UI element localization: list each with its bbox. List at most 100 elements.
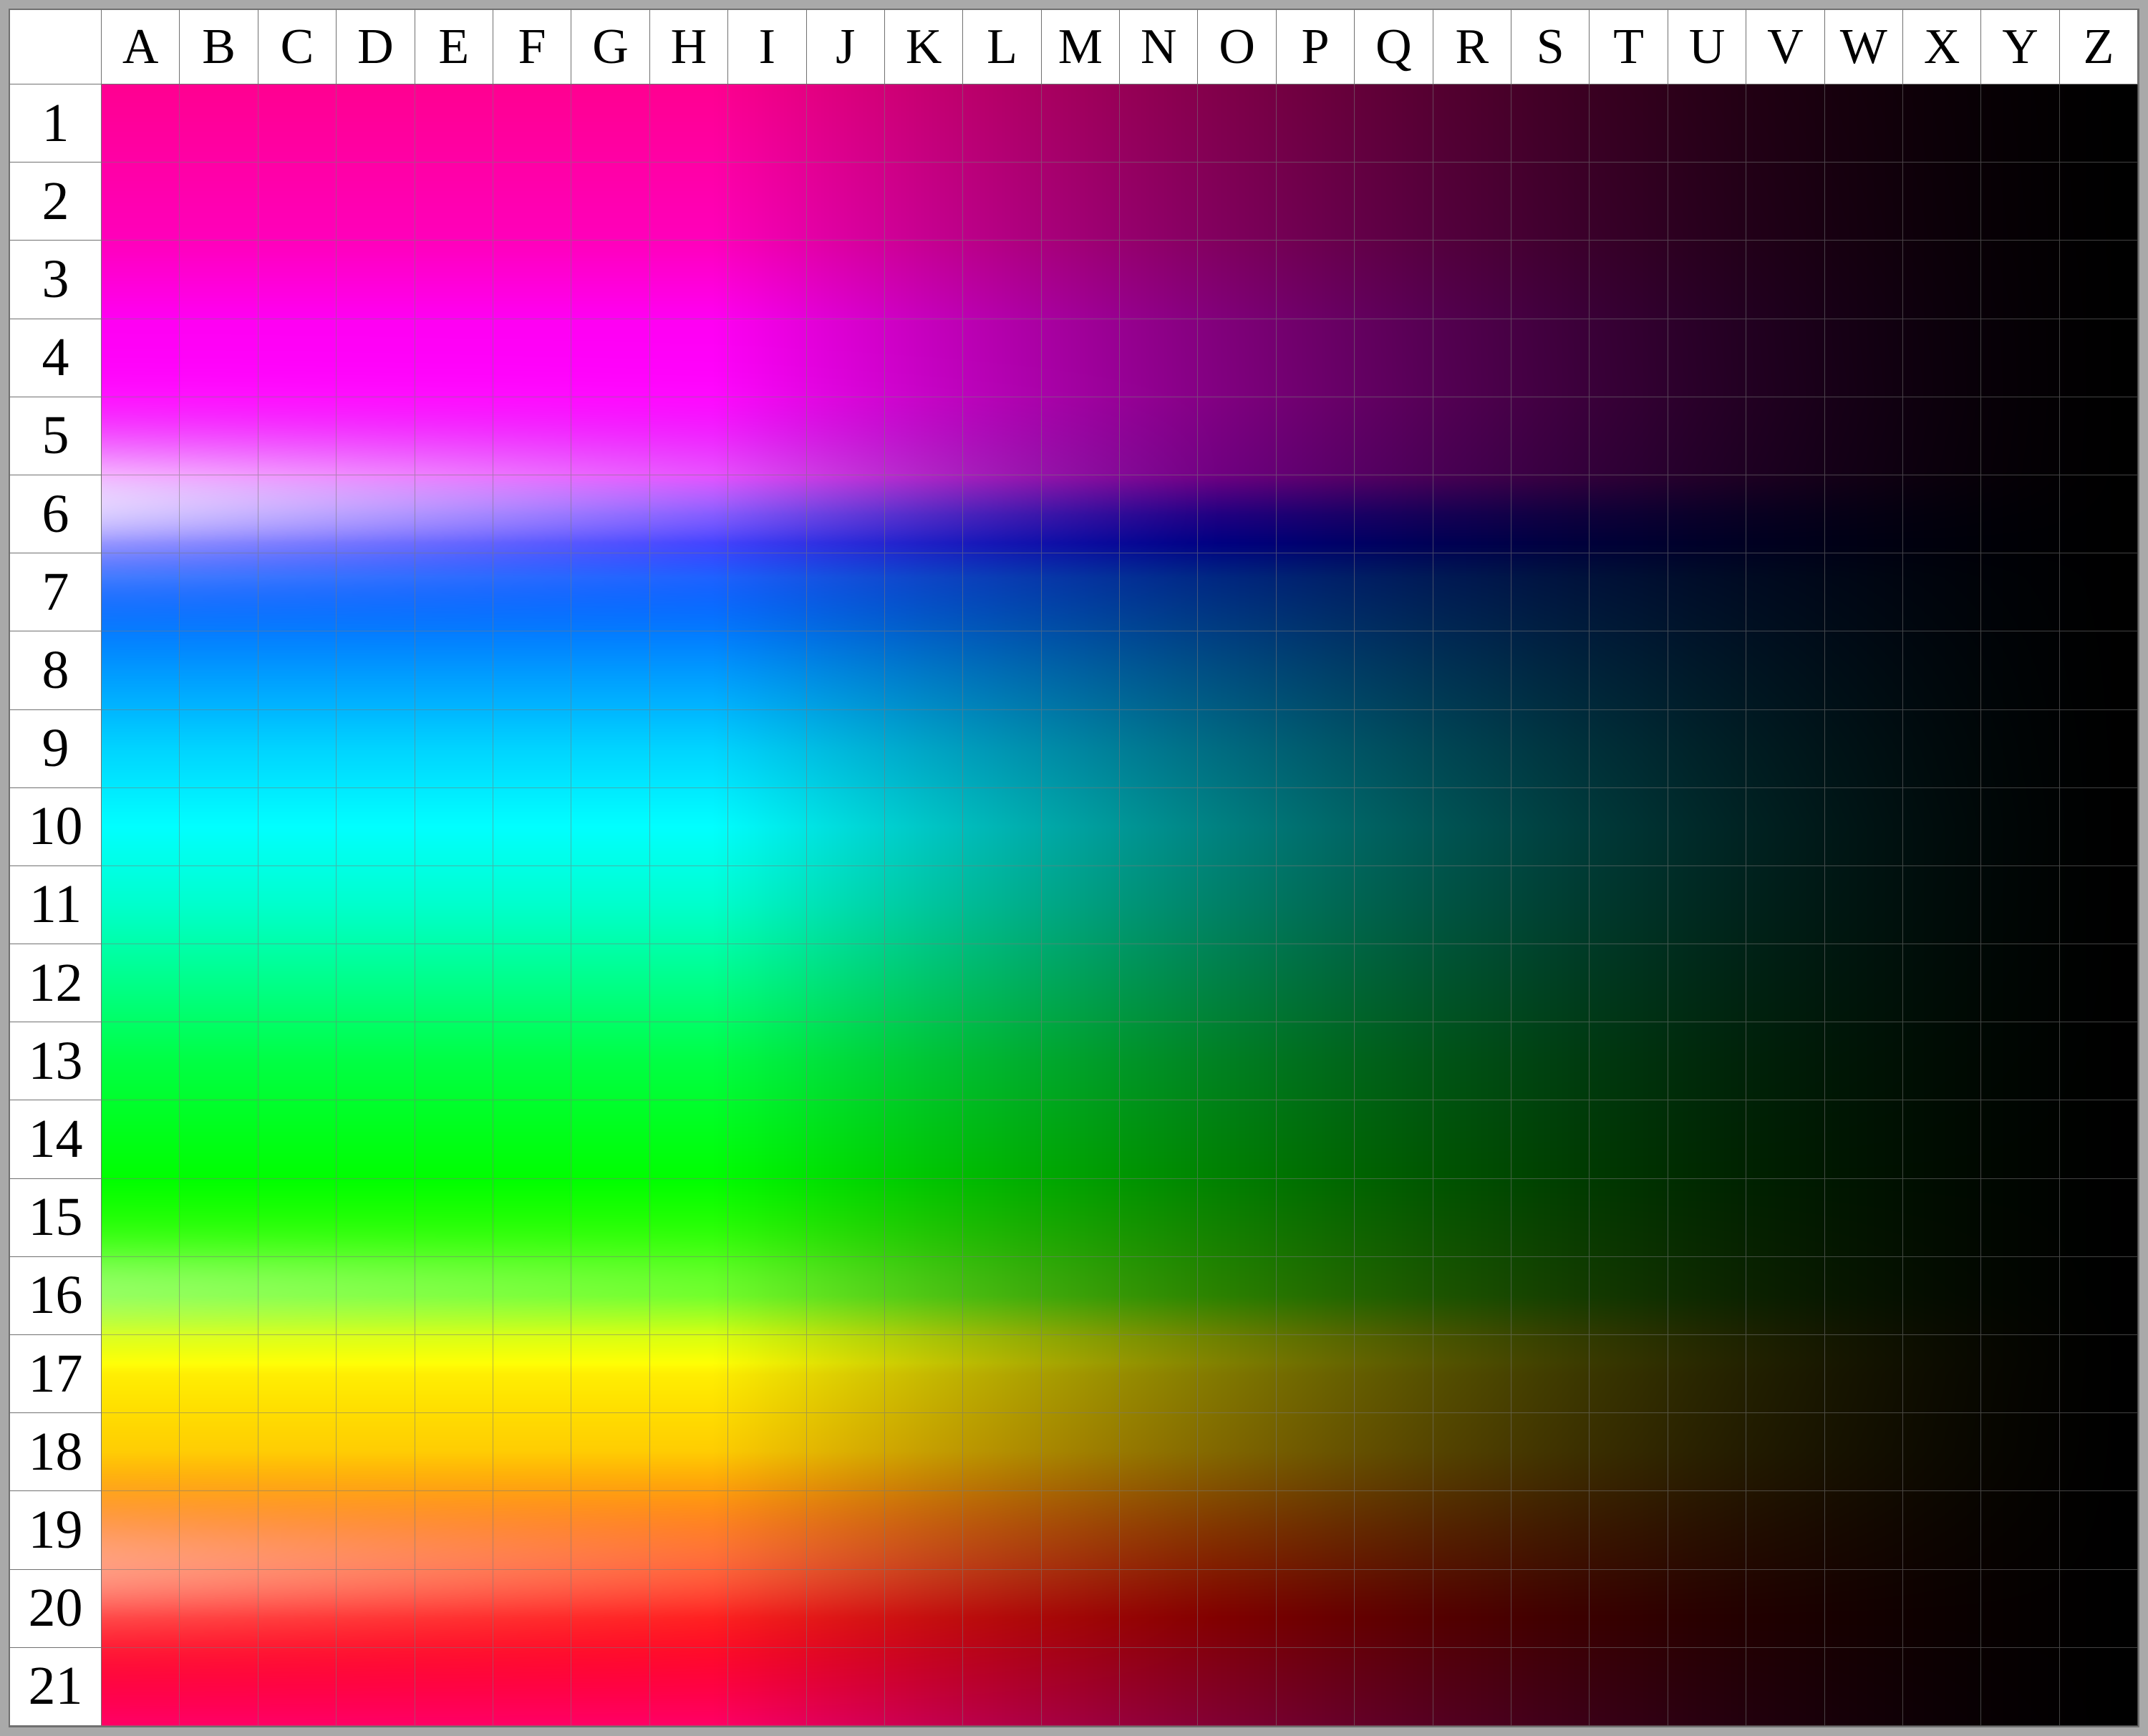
- heatmap-cell: [1120, 788, 1198, 866]
- heatmap-cell: [1042, 1648, 1120, 1726]
- heatmap-cell: [571, 1022, 649, 1100]
- heatmap-cell: [258, 631, 337, 709]
- heatmap-cell: [1355, 163, 1433, 241]
- heatmap-cell: [1981, 1648, 2059, 1726]
- heatmap-cell: [1668, 1570, 1746, 1648]
- heatmap-cell: [102, 553, 180, 631]
- heatmap-cell: [102, 475, 180, 553]
- heatmap-cell: [1746, 397, 1824, 475]
- heatmap-cell: [1277, 1413, 1355, 1491]
- heatmap-cell: [1903, 1022, 1981, 1100]
- heatmap-cell: [1198, 319, 1276, 397]
- heatmap-cell: [493, 788, 571, 866]
- heatmap-cell: [415, 788, 493, 866]
- column-header: M: [1042, 10, 1120, 84]
- heatmap-cell: [1668, 1179, 1746, 1257]
- heatmap-cell: [963, 1570, 1041, 1648]
- heatmap-cell: [337, 163, 415, 241]
- data-row: 2: [10, 163, 2138, 241]
- heatmap-cell: [1903, 319, 1981, 397]
- column-header: V: [1746, 10, 1824, 84]
- heatmap-cell: [2060, 944, 2138, 1022]
- heatmap-cell: [1277, 319, 1355, 397]
- corner-cell: [10, 10, 102, 84]
- heatmap-cell: [1590, 1100, 1668, 1178]
- heatmap-cell: [807, 788, 885, 866]
- heatmap-cell: [258, 1100, 337, 1178]
- chart-grid: ABCDEFGHIJKLMNOPQRSTUVWXYZ 1234567891011…: [9, 9, 2139, 1727]
- heatmap-cell: [258, 1022, 337, 1100]
- heatmap-cell: [1120, 631, 1198, 709]
- heatmap-cell: [180, 1100, 258, 1178]
- heatmap-cell: [337, 631, 415, 709]
- heatmap-cell: [2060, 1179, 2138, 1257]
- heatmap-cell: [1668, 944, 1746, 1022]
- heatmap-cell: [102, 1257, 180, 1335]
- heatmap-cell: [2060, 788, 2138, 866]
- heatmap-cell: [1277, 631, 1355, 709]
- heatmap-cell: [1277, 163, 1355, 241]
- heatmap-cell: [1903, 944, 1981, 1022]
- heatmap-cell: [180, 397, 258, 475]
- heatmap-cell: [1746, 788, 1824, 866]
- heatmap-cell: [1668, 475, 1746, 553]
- heatmap-cell: [571, 710, 649, 788]
- heatmap-cell: [571, 631, 649, 709]
- column-header: Z: [2060, 10, 2138, 84]
- heatmap-cell: [650, 241, 728, 319]
- heatmap-cell: [650, 1100, 728, 1178]
- heatmap-cell: [1903, 1179, 1981, 1257]
- data-row: 6: [10, 475, 2138, 553]
- heatmap-cell: [180, 631, 258, 709]
- heatmap-cell: [1590, 1648, 1668, 1726]
- heatmap-cell: [1746, 1100, 1824, 1178]
- heatmap-cell: [1355, 710, 1433, 788]
- heatmap-cell: [963, 84, 1041, 163]
- heatmap-cell: [571, 475, 649, 553]
- heatmap-cell: [1668, 241, 1746, 319]
- heatmap-cell: [258, 1570, 337, 1648]
- heatmap-cell: [1511, 1570, 1590, 1648]
- heatmap-cell: [1590, 631, 1668, 709]
- heatmap-cell: [1355, 553, 1433, 631]
- column-header: U: [1668, 10, 1746, 84]
- heatmap-cell: [1042, 788, 1120, 866]
- heatmap-cell: [1590, 553, 1668, 631]
- heatmap-cell: [415, 553, 493, 631]
- heatmap-cell: [1042, 1491, 1120, 1569]
- heatmap-cell: [1355, 1491, 1433, 1569]
- heatmap-cell: [1198, 1335, 1276, 1413]
- heatmap-cell: [963, 1491, 1041, 1569]
- heatmap-cell: [102, 1100, 180, 1178]
- heatmap-cell: [337, 1491, 415, 1569]
- heatmap-cell: [337, 1413, 415, 1491]
- heatmap-cell: [1042, 1100, 1120, 1178]
- heatmap-cell: [807, 1022, 885, 1100]
- heatmap-cell: [415, 1335, 493, 1413]
- heatmap-cell: [1511, 1335, 1590, 1413]
- heatmap-cell: [807, 553, 885, 631]
- heatmap-cell: [1355, 397, 1433, 475]
- heatmap-cell: [102, 397, 180, 475]
- heatmap-cell: [415, 1570, 493, 1648]
- heatmap-cell: [885, 319, 963, 397]
- heatmap-cell: [415, 1491, 493, 1569]
- heatmap-cell: [728, 475, 806, 553]
- chart-frame: ABCDEFGHIJKLMNOPQRSTUVWXYZ 1234567891011…: [0, 0, 2148, 1736]
- heatmap-cell: [1198, 1022, 1276, 1100]
- heatmap-cell: [1903, 710, 1981, 788]
- row-header: 1: [10, 84, 102, 163]
- heatmap-cell: [807, 319, 885, 397]
- heatmap-cell: [415, 1413, 493, 1491]
- heatmap-cell: [728, 1257, 806, 1335]
- heatmap-cell: [1198, 1648, 1276, 1726]
- heatmap-cell: [102, 163, 180, 241]
- heatmap-cell: [1511, 710, 1590, 788]
- heatmap-cell: [650, 84, 728, 163]
- heatmap-cell: [1825, 1413, 1903, 1491]
- heatmap-cell: [180, 1022, 258, 1100]
- heatmap-cell: [728, 1022, 806, 1100]
- heatmap-cell: [1120, 1257, 1198, 1335]
- heatmap-cell: [571, 1100, 649, 1178]
- heatmap-cell: [1903, 788, 1981, 866]
